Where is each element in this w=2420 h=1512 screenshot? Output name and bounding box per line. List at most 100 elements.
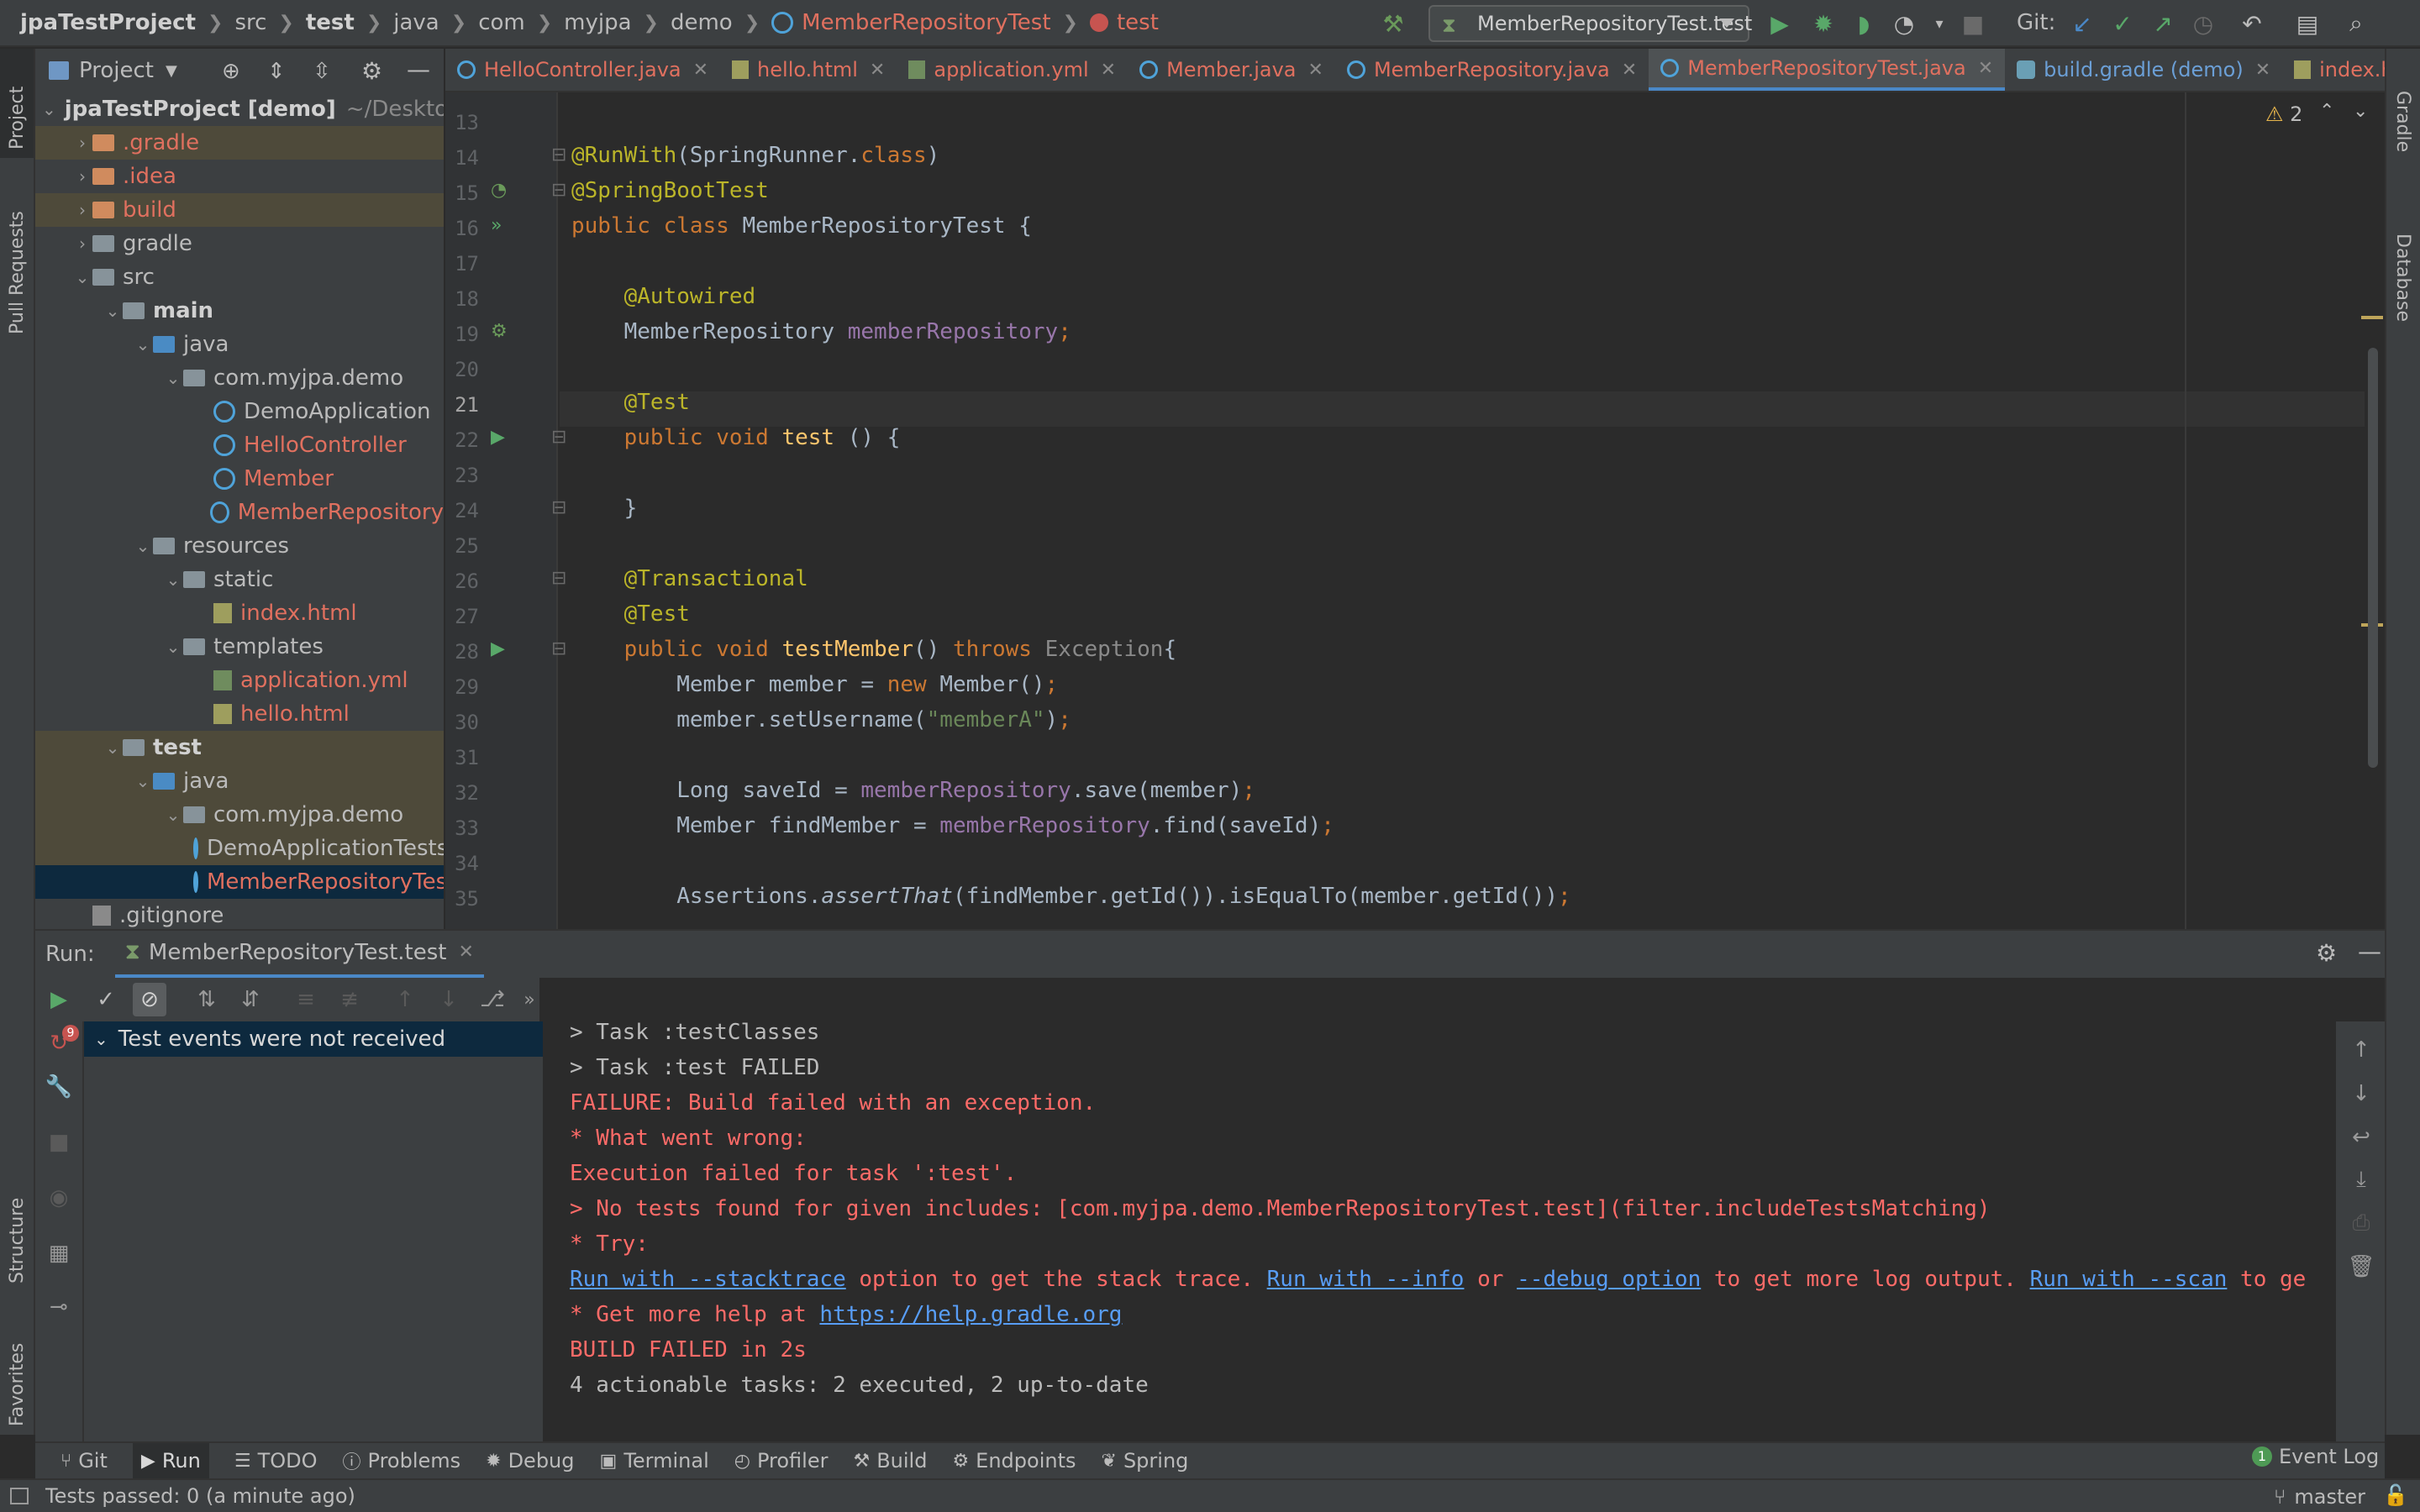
close-icon[interactable]: ✕ — [1101, 60, 1116, 81]
scroll-to-end-icon[interactable]: ⤓ — [2344, 1163, 2378, 1196]
run-test-icon[interactable]: ▶ — [491, 427, 505, 448]
gear-icon[interactable]: ⚙ — [361, 57, 382, 85]
git-push-icon[interactable]: ↗ — [2148, 8, 2178, 39]
search-everywhere-icon[interactable]: ⌕ — [2341, 8, 2371, 39]
close-icon[interactable]: ✕ — [693, 60, 708, 81]
editor-tab[interactable]: HelloController.java ✕ — [445, 49, 720, 91]
breadcrumb-java[interactable]: java — [393, 10, 439, 35]
editor-tab[interactable]: build.gradle (demo) ✕ — [2005, 49, 2282, 91]
prev-failed-icon[interactable]: ↑ — [388, 983, 422, 1016]
fold-marker-icon[interactable]: ⊟ — [551, 427, 566, 448]
next-highlight-icon[interactable]: ⌄ — [2353, 101, 2368, 122]
sort-alpha-icon[interactable]: ⇅ — [190, 983, 224, 1016]
tool-window-profiler[interactable]: ◴ Profiler — [734, 1449, 829, 1473]
tool-window-git[interactable]: ⑂ Git — [60, 1449, 108, 1473]
console-token[interactable]: Run with --scan — [2030, 1267, 2228, 1292]
import-tests-icon[interactable]: ⎇ — [476, 983, 509, 1016]
show-ignored-icon[interactable]: ⊘ — [133, 983, 166, 1016]
fold-marker-icon[interactable]: ⊟ — [551, 144, 566, 165]
tree-item[interactable]: DemoApplication — [35, 395, 444, 428]
trash-icon[interactable]: 🗑 — [2344, 1250, 2378, 1284]
breadcrumb-com[interactable]: com — [478, 10, 525, 35]
tree-item[interactable]: HelloController — [35, 428, 444, 462]
stripe-gradle[interactable]: Gradle — [2392, 91, 2413, 152]
tree-item[interactable]: DemoApplicationTests — [35, 832, 444, 865]
lock-icon[interactable]: 🔓 — [2383, 1483, 2408, 1507]
breadcrumb-test[interactable]: test — [306, 10, 355, 35]
tool-window-terminal[interactable]: ▣ Terminal — [600, 1449, 709, 1473]
tree-item[interactable]: ⌄ com.myjpa.demo — [35, 798, 444, 832]
profile-icon[interactable]: ◔ — [1889, 8, 1919, 39]
tree-item[interactable]: ⌄ src — [35, 260, 444, 294]
close-icon[interactable]: ✕ — [1978, 58, 1993, 79]
layout-icon[interactable]: ▦ — [42, 1236, 76, 1270]
rerun-icon[interactable]: ▶ — [42, 983, 76, 1016]
close-icon[interactable]: ✕ — [1308, 60, 1323, 81]
prev-highlight-icon[interactable]: ⌃ — [2319, 101, 2334, 122]
debug-icon[interactable]: ✹ — [1808, 8, 1839, 39]
gear-icon[interactable]: ⚙ — [2316, 939, 2337, 967]
run-test-icon[interactable]: ▶ — [491, 638, 505, 659]
more-run-icon[interactable]: ▾ — [1924, 8, 1954, 39]
stop-icon[interactable]: ■ — [42, 1126, 76, 1159]
editor-tab[interactable]: index.html✕ — [2282, 49, 2385, 91]
close-icon[interactable]: ✕ — [1622, 60, 1637, 81]
breadcrumb-demo[interactable]: demo — [671, 10, 733, 35]
fold-marker-icon[interactable]: ⊟ — [551, 568, 566, 589]
close-icon[interactable]: ✕ — [2255, 60, 2270, 81]
history-icon[interactable]: ◷ — [2188, 8, 2218, 39]
tree-item[interactable]: › .idea — [35, 160, 444, 193]
tree-item[interactable]: ⌄ jpaTestProject [demo] ~/Desktop/pro — [35, 92, 444, 126]
minimize-icon[interactable]: — — [2358, 937, 2381, 965]
warnings-indicator[interactable]: ⚠ 2 — [2265, 102, 2302, 126]
tree-item[interactable]: hello.html — [35, 697, 444, 731]
run-icon[interactable]: ▶ — [1765, 8, 1795, 39]
tree-item[interactable]: › gradle — [35, 227, 444, 260]
minimize-icon[interactable]: — — [407, 55, 430, 83]
git-update-icon[interactable]: ↙ — [2067, 8, 2097, 39]
show-passed-icon[interactable]: ✓ — [89, 983, 123, 1016]
sort-duration-icon[interactable]: ⇵ — [234, 983, 267, 1016]
stripe-pull-requests[interactable]: Pull Requests — [7, 211, 28, 334]
tree-item[interactable]: ⌄ main — [35, 294, 444, 328]
expand-all-icon[interactable]: ⇕ — [267, 59, 286, 84]
stop-icon[interactable]: ■ — [1958, 8, 1988, 39]
git-branch-widget[interactable]: ⑂ master — [2274, 1485, 2365, 1509]
run-tab[interactable]: ⧗ MemberRepositoryTest.test ✕ — [114, 930, 484, 979]
editor-tab[interactable]: MemberRepository.java ✕ — [1335, 49, 1649, 91]
breadcrumb-src[interactable]: src — [234, 10, 266, 35]
tool-window-run[interactable]: ▶ Run — [132, 1443, 209, 1478]
tree-item[interactable]: ⌄ java — [35, 328, 444, 361]
git-commit-icon[interactable]: ✓ — [2107, 8, 2138, 39]
tool-window-todo[interactable]: ☰ TODO — [234, 1449, 318, 1473]
arrow-down-icon[interactable]: ↓ — [2344, 1077, 2378, 1110]
print-icon[interactable]: ⎙ — [2344, 1206, 2378, 1240]
stripe-structure[interactable]: Structure — [7, 1198, 28, 1284]
tree-item[interactable]: ⌄ static — [35, 563, 444, 596]
spring-bean-icon[interactable]: ◔ — [491, 180, 507, 201]
tree-item[interactable]: ⌄ templates — [35, 630, 444, 664]
breadcrumb-myjpa[interactable]: myjpa — [564, 10, 631, 35]
tree-item[interactable]: MemberRepository — [35, 496, 444, 529]
next-failed-icon[interactable]: ↓ — [432, 983, 466, 1016]
tree-item[interactable]: › build — [35, 193, 444, 227]
tree-item[interactable]: application.yml — [35, 664, 444, 697]
project-structure-icon[interactable]: ▤ — [2292, 8, 2323, 39]
locate-icon[interactable]: ⊕ — [222, 59, 240, 84]
project-view-select[interactable]: Project — [79, 58, 154, 83]
pin-icon[interactable]: ⊸ — [42, 1290, 76, 1324]
eye-icon[interactable]: ◉ — [42, 1181, 76, 1215]
tool-window-spring[interactable]: ❦ Spring — [1102, 1449, 1189, 1473]
collapse-all-icon[interactable]: ⇳ — [313, 59, 331, 84]
tool-window-build[interactable]: ⚒ Build — [853, 1449, 927, 1473]
stripe-database[interactable]: Database — [2392, 234, 2413, 322]
arrow-up-icon[interactable]: ↑ — [2344, 1033, 2378, 1067]
tool-window-problems[interactable]: ⓘ Problems — [343, 1447, 461, 1474]
tool-window-endpoints[interactable]: ⚙ Endpoints — [952, 1449, 1076, 1473]
run-config-select[interactable]: ⧗ MemberRepositoryTest.test — [1428, 5, 1752, 42]
fold-marker-icon[interactable]: ⊟ — [551, 180, 566, 201]
console-token[interactable]: Run with --stacktrace — [570, 1267, 846, 1292]
coverage-icon[interactable]: ◗ — [1849, 8, 1879, 39]
editor-tab[interactable]: application.yml ✕ — [897, 49, 1128, 91]
build-hammer-icon[interactable]: ⚒ — [1378, 8, 1408, 39]
